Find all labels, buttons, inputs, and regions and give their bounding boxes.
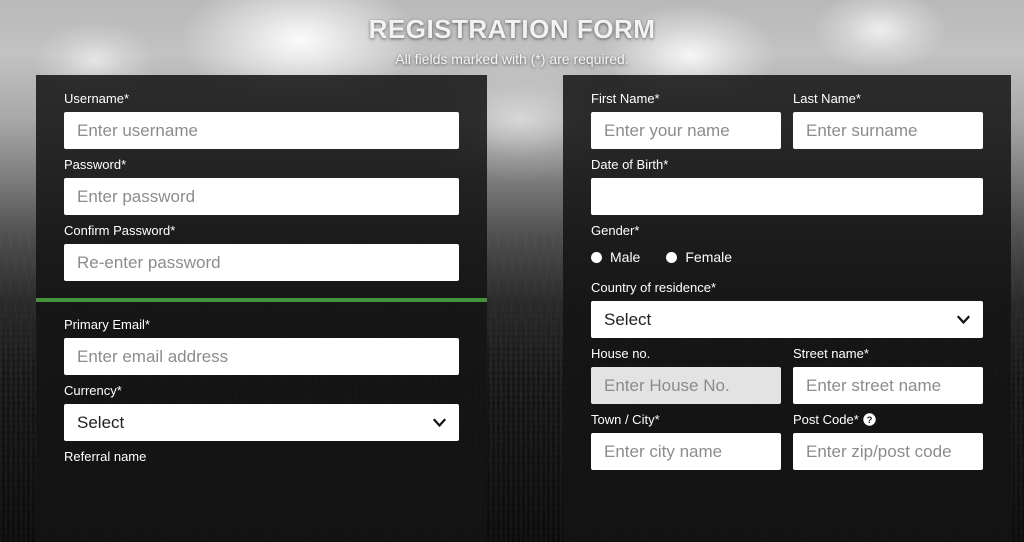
username-input[interactable] <box>64 112 459 149</box>
label-currency: Currency* <box>64 383 122 398</box>
first-name-input[interactable] <box>591 112 781 149</box>
password-input[interactable] <box>64 178 459 215</box>
field-house-no: House no. <box>591 346 781 404</box>
post-code-input[interactable] <box>793 433 983 470</box>
label-street-name: Street name* <box>793 346 869 361</box>
field-gender: Gender* Male Female <box>591 223 983 270</box>
label-last-name: Last Name* <box>793 91 861 106</box>
personal-details-panel: First Name* Last Name* Date of Birth* Ge… <box>563 75 1011 542</box>
field-confirm-password: Confirm Password* <box>64 223 459 281</box>
label-post-code-text: Post Code* <box>793 412 859 427</box>
field-last-name: Last Name* <box>793 91 983 149</box>
svg-text:?: ? <box>866 415 872 426</box>
label-primary-email: Primary Email* <box>64 317 150 332</box>
house-no-input[interactable] <box>591 367 781 404</box>
gender-radio-group: Male Female <box>591 244 983 270</box>
date-of-birth-input[interactable] <box>591 178 983 215</box>
label-first-name: First Name* <box>591 91 660 106</box>
page-title: REGISTRATION FORM <box>368 14 656 44</box>
street-name-input[interactable] <box>793 367 983 404</box>
field-date-of-birth: Date of Birth* <box>591 157 983 215</box>
label-town-city: Town / City* <box>591 412 660 427</box>
label-confirm-password: Confirm Password* <box>64 223 176 238</box>
field-username: Username* <box>64 91 459 149</box>
help-question-icon[interactable]: ? <box>863 413 876 426</box>
city-postcode-row: Town / City* Post Code*? <box>591 412 983 478</box>
field-password: Password* <box>64 157 459 215</box>
last-name-input[interactable] <box>793 112 983 149</box>
section-divider <box>36 298 487 302</box>
town-city-input[interactable] <box>591 433 781 470</box>
label-gender: Gender* <box>591 223 640 238</box>
field-currency: Currency* Select <box>64 383 459 441</box>
gender-option-male[interactable]: Male <box>591 249 640 265</box>
label-username: Username* <box>64 91 130 106</box>
gender-option-female-label: Female <box>685 249 733 265</box>
radio-icon-female[interactable] <box>666 251 678 263</box>
field-country-of-residence: Country of residence* Select <box>591 280 983 338</box>
page-subtitle: All fields marked with (*) are required. <box>395 51 629 67</box>
label-post-code: Post Code*? <box>793 412 983 428</box>
radio-icon-male[interactable] <box>591 251 602 263</box>
field-town-city: Town / City* <box>591 412 781 470</box>
gender-option-male-label: Male <box>610 249 641 265</box>
currency-select[interactable]: Select <box>64 404 459 441</box>
field-post-code: Post Code*? <box>793 412 983 470</box>
field-primary-email: Primary Email* <box>64 317 459 375</box>
currency-select-wrapper[interactable]: Select <box>64 404 459 441</box>
country-select-wrapper[interactable]: Select <box>591 301 983 338</box>
primary-email-input[interactable] <box>64 338 459 375</box>
field-referral-name: Referral name <box>64 449 459 465</box>
confirm-password-input[interactable] <box>64 244 459 281</box>
gender-option-female[interactable]: Female <box>666 249 732 265</box>
account-details-panel: Username* Password* Confirm Password* Pr… <box>36 75 487 542</box>
label-house-no: House no. <box>591 346 651 361</box>
field-street-name: Street name* <box>793 346 983 404</box>
label-date-of-birth: Date of Birth* <box>591 157 669 172</box>
page-header: REGISTRATION FORM All fields marked with… <box>0 14 1024 67</box>
label-password: Password* <box>64 157 127 172</box>
address-row: House no. Street name* <box>591 346 983 412</box>
field-first-name: First Name* <box>591 91 781 149</box>
label-country-of-residence: Country of residence* <box>591 280 717 295</box>
name-row: First Name* Last Name* <box>591 91 983 157</box>
label-referral-name: Referral name <box>64 449 147 464</box>
country-select[interactable]: Select <box>591 301 983 338</box>
